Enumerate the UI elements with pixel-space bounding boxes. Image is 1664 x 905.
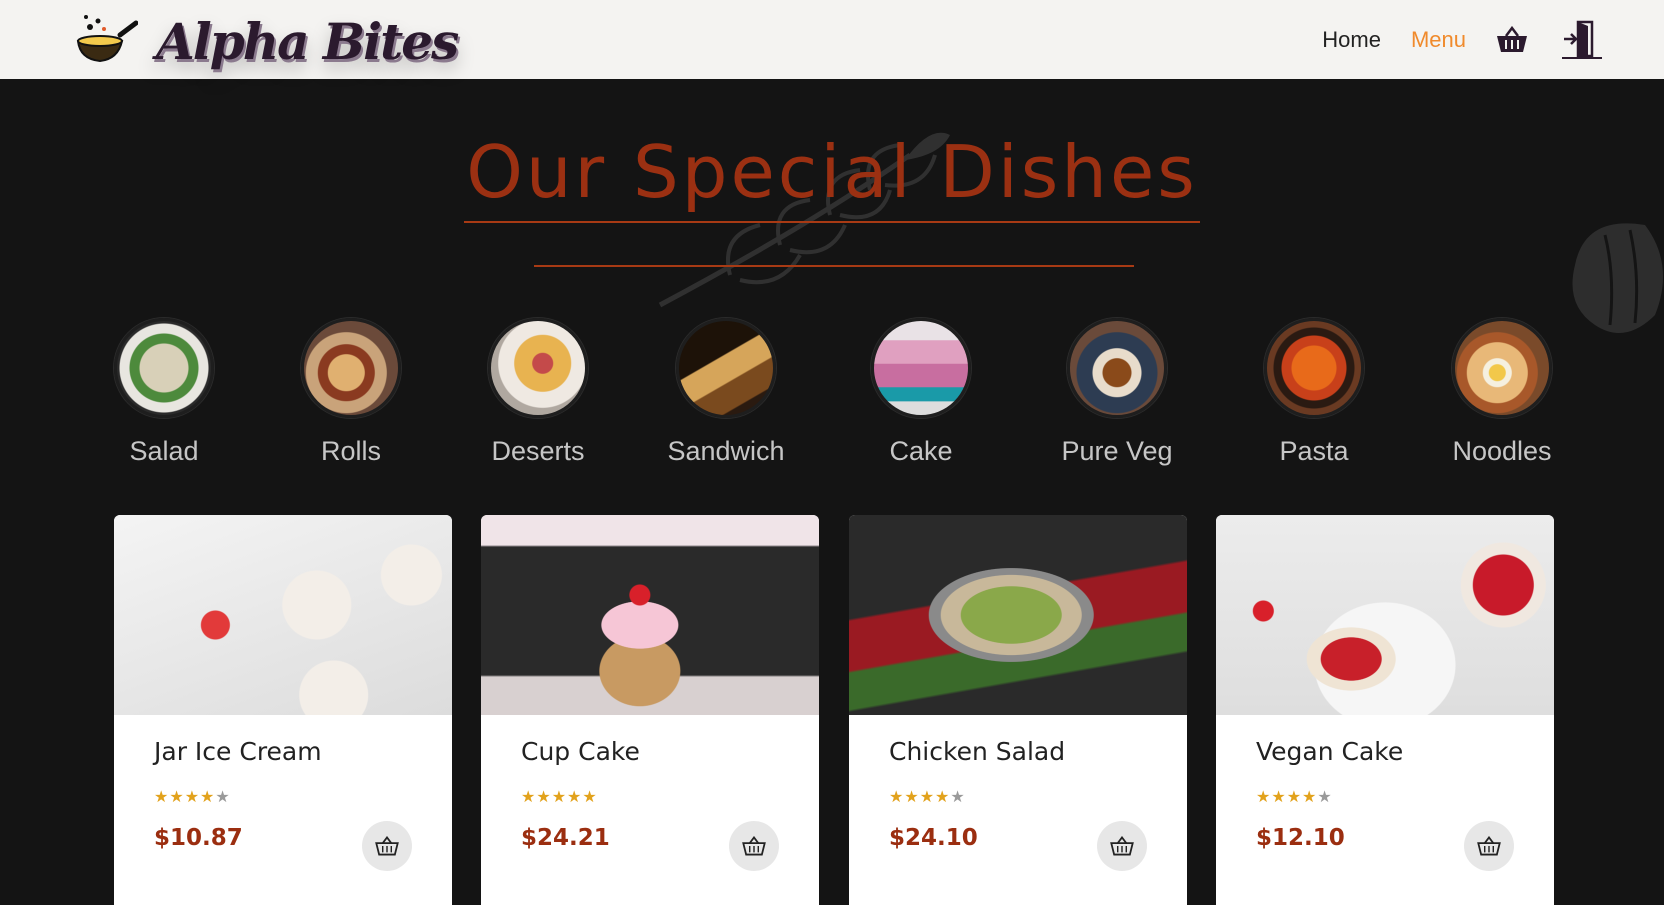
category-noodles[interactable]: Noodles (1412, 318, 1592, 467)
basket-icon (375, 836, 399, 856)
category-label: Rolls (320, 436, 381, 466)
main-nav: Home Menu (1322, 0, 1602, 79)
top-header: Alpha Bites Home Menu (0, 0, 1664, 79)
nav-menu-link[interactable]: Menu (1411, 27, 1466, 53)
add-to-cart-button[interactable] (729, 821, 779, 871)
star-rating: ★★★★★ (154, 789, 231, 806)
dish-name: Jar Ice Cream (154, 737, 322, 766)
category-label: Salad (129, 436, 199, 466)
dish-image (481, 515, 819, 715)
basket-icon (1110, 836, 1134, 856)
category-deserts[interactable]: Deserts (448, 318, 628, 467)
star-rating: ★★★★★ (1256, 789, 1333, 806)
category-label: Deserts (491, 436, 585, 466)
basket-icon (1477, 836, 1501, 856)
logout-door-icon[interactable] (1562, 20, 1602, 60)
add-to-cart-button[interactable] (1464, 821, 1514, 871)
dish-image (1216, 515, 1554, 715)
brand-logo[interactable]: Alpha Bites (72, 6, 459, 76)
dish-name: Cup Cake (521, 737, 640, 766)
category-label: Pasta (1279, 436, 1349, 466)
dish-card[interactable]: Jar Ice Cream ★★★★★ $10.87 (114, 515, 452, 905)
basket-icon[interactable] (1496, 25, 1528, 54)
dish-card[interactable]: Cup Cake ★★★★★ $24.21 (481, 515, 819, 905)
dish-card[interactable]: Vegan Cake ★★★★★ $12.10 (1216, 515, 1554, 905)
category-image (1452, 318, 1552, 418)
category-image (1067, 318, 1167, 418)
category-image (301, 318, 401, 418)
star-rating: ★★★★★ (521, 789, 598, 806)
category-pasta[interactable]: Pasta (1224, 318, 1404, 467)
dish-price: $10.87 (154, 825, 243, 851)
dish-card[interactable]: Chicken Salad ★★★★★ $24.10 (849, 515, 1187, 905)
dish-price: $12.10 (1256, 825, 1345, 851)
category-sandwich[interactable]: Sandwich (636, 318, 816, 467)
category-label: Cake (889, 436, 953, 466)
nav-home-link[interactable]: Home (1322, 27, 1381, 53)
category-rolls[interactable]: Rolls (261, 318, 441, 467)
dish-name: Chicken Salad (889, 737, 1066, 766)
category-label: Pure Veg (1061, 436, 1173, 466)
page-title: Our Special Dishes (464, 134, 1200, 223)
category-label: Noodles (1452, 436, 1552, 466)
heading-divider (534, 265, 1134, 267)
category-pure-veg[interactable]: Pure Veg (1027, 318, 1207, 467)
dish-price: $24.21 (521, 825, 610, 851)
category-image (676, 318, 776, 418)
category-salad[interactable]: Salad (74, 318, 254, 467)
basket-icon (742, 836, 766, 856)
add-to-cart-button[interactable] (1097, 821, 1147, 871)
section-heading: Our Special Dishes (0, 134, 1664, 223)
dish-name: Vegan Cake (1256, 737, 1404, 766)
category-image (1264, 318, 1364, 418)
category-image (114, 318, 214, 418)
wok-chef-icon (76, 15, 138, 63)
dish-image (114, 515, 452, 715)
dish-image (849, 515, 1187, 715)
category-image (488, 318, 588, 418)
dish-price: $24.10 (889, 825, 978, 851)
brand-name: Alpha Bites (156, 11, 459, 71)
category-label: Sandwich (667, 436, 785, 466)
category-cake[interactable]: Cake (831, 318, 1011, 467)
category-image (871, 318, 971, 418)
add-to-cart-button[interactable] (362, 821, 412, 871)
star-rating: ★★★★★ (889, 789, 966, 806)
